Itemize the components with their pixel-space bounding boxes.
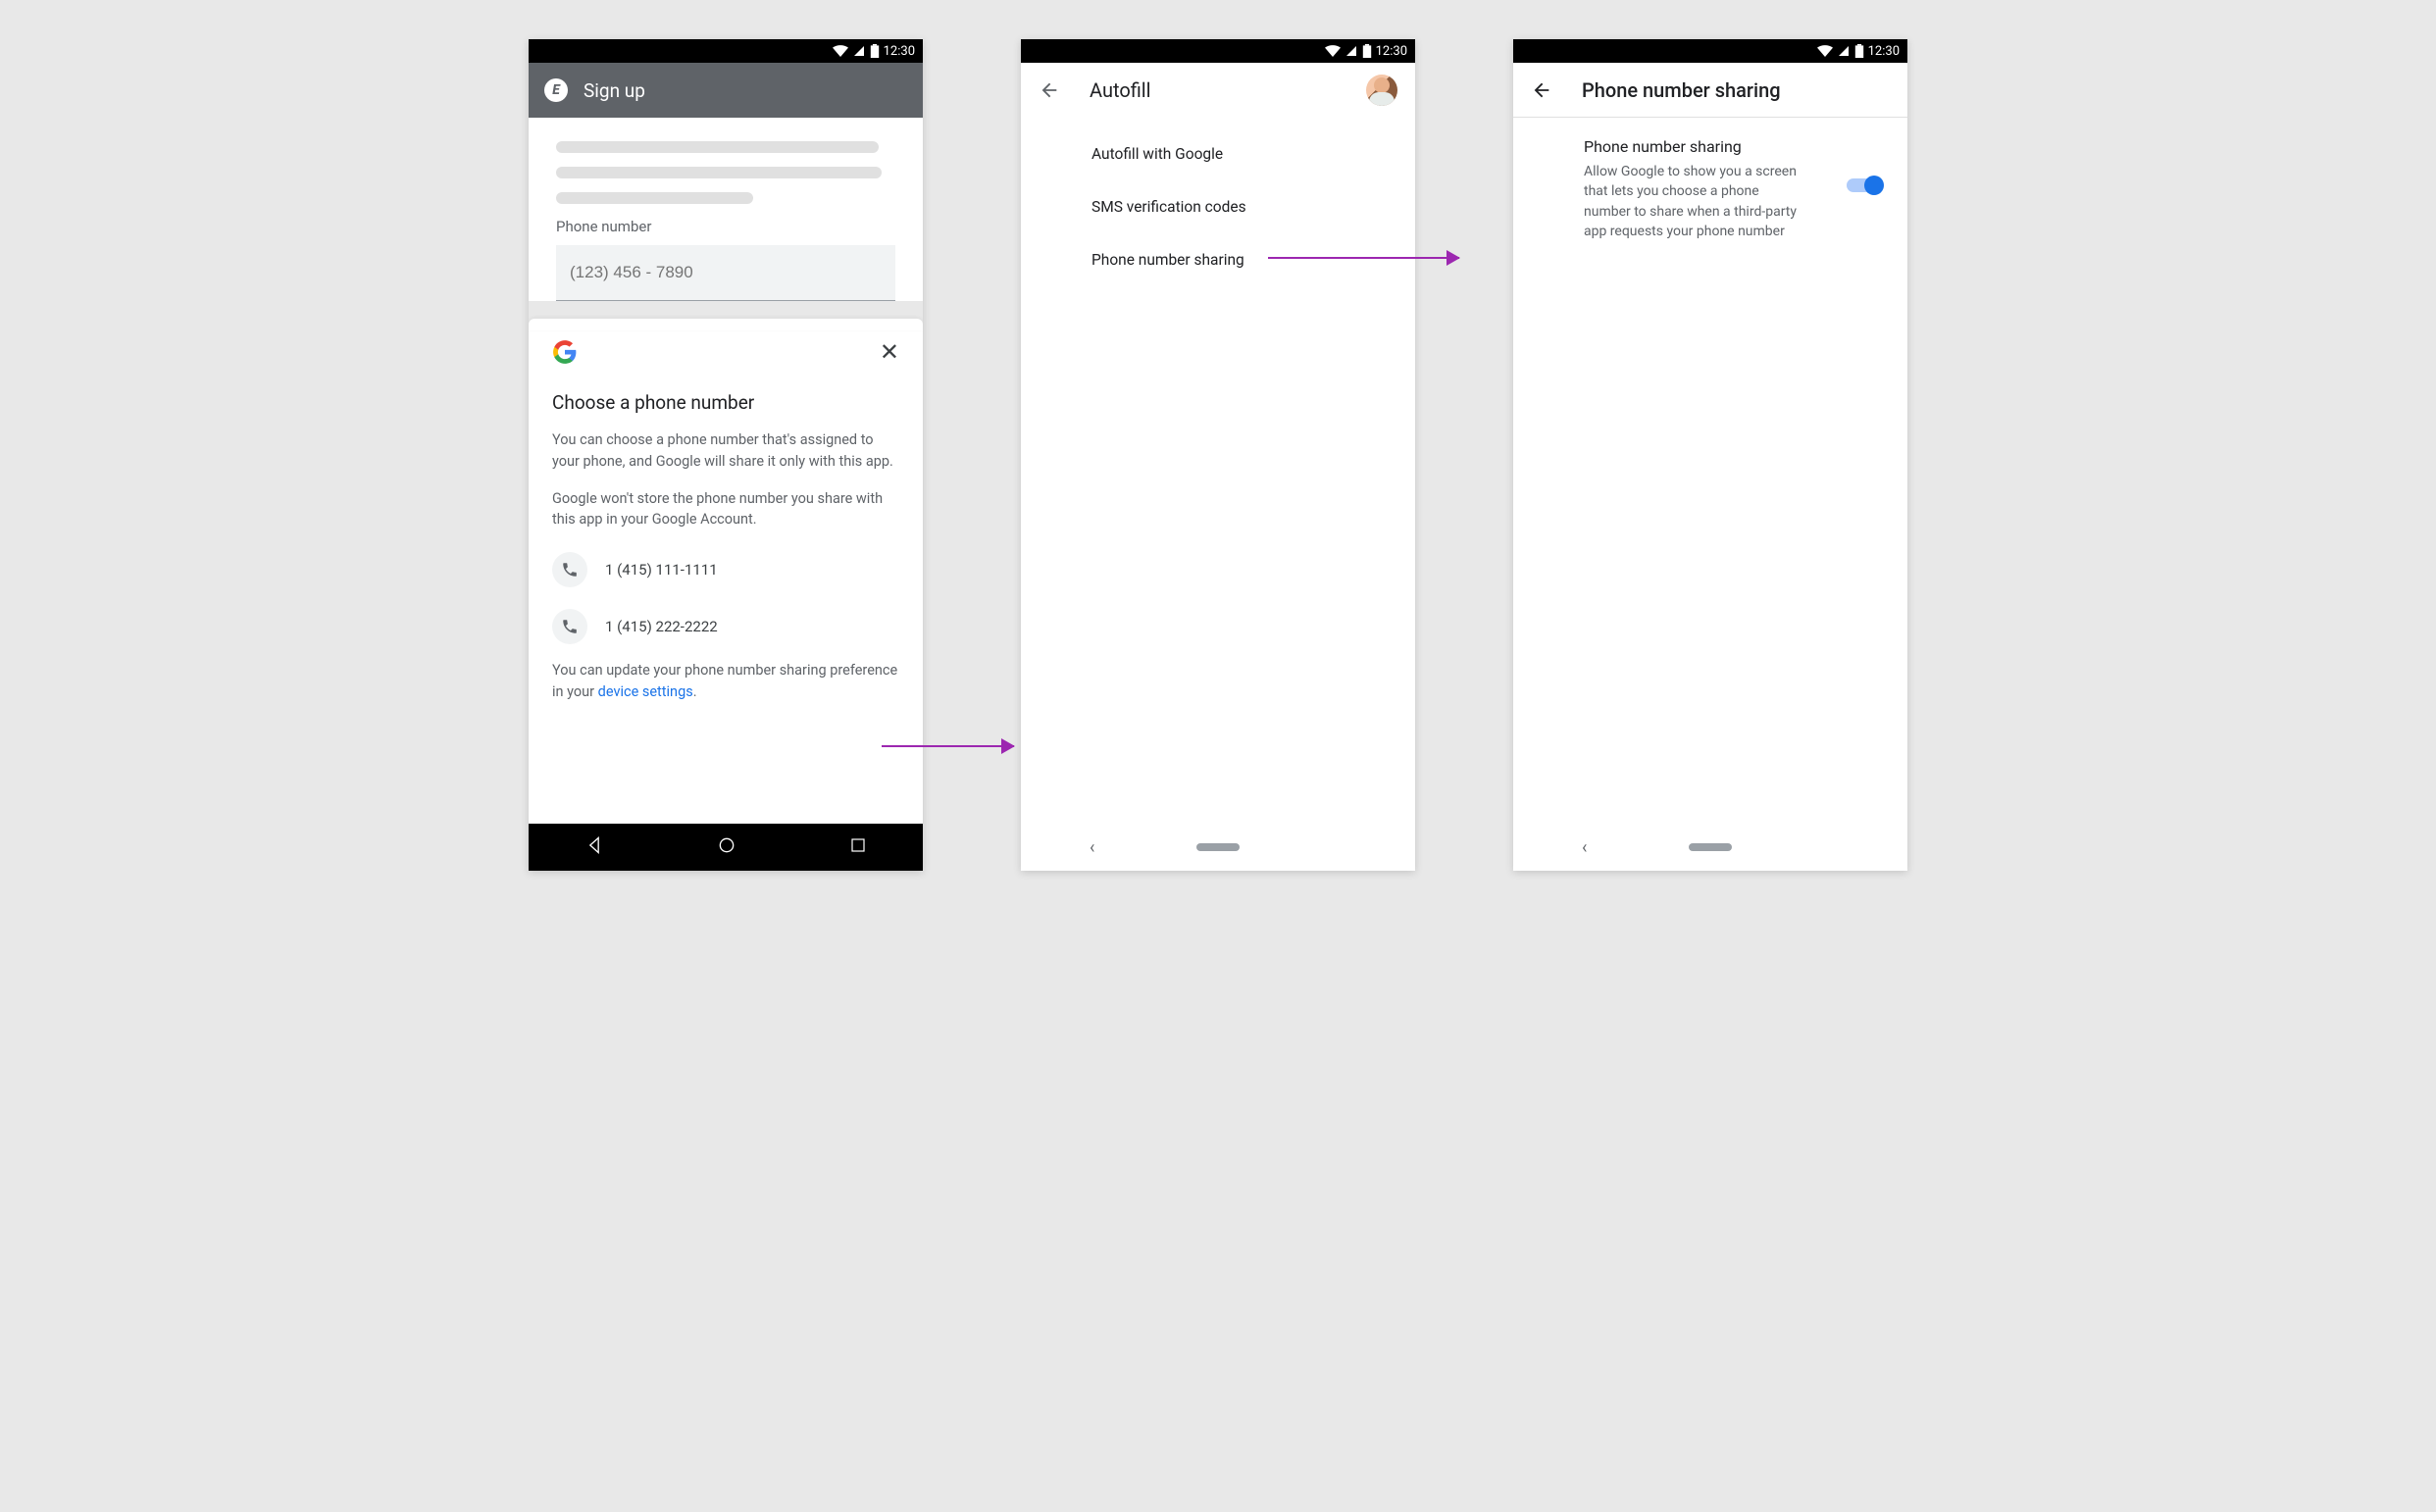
placeholder-line (556, 141, 879, 153)
phone-icon (552, 552, 587, 587)
placeholder-line (556, 167, 882, 178)
menu-item-sms-codes[interactable]: SMS verification codes (1021, 180, 1415, 233)
sheet-title: Choose a phone number (552, 391, 899, 414)
gesture-pill[interactable] (1196, 843, 1240, 851)
cell-signal-icon (852, 45, 866, 57)
cell-signal-icon (1837, 45, 1851, 57)
device-settings-link[interactable]: device settings (598, 683, 693, 700)
android-nav-bar (529, 824, 923, 871)
status-bar: 12:30 (529, 39, 923, 63)
app-logo: E (544, 78, 568, 102)
placeholder-line (556, 192, 753, 204)
phone-sharing-setting: 12:30 Phone number sharing Phone number … (1513, 39, 1907, 871)
nav-back-icon[interactable] (584, 835, 604, 859)
close-button[interactable]: ✕ (880, 338, 899, 366)
toggle-switch[interactable] (1847, 175, 1884, 196)
phone-input[interactable] (556, 245, 895, 301)
phone-field-label: Phone number (556, 218, 895, 235)
status-bar: 12:30 (1513, 39, 1907, 63)
battery-icon (870, 44, 880, 58)
phone-signup: 12:30 E Sign up Phone number ✕ Choose a … (529, 39, 923, 871)
menu-item-autofill-google[interactable]: Autofill with Google (1021, 127, 1415, 180)
page-title: Phone number sharing (1582, 78, 1781, 102)
cell-signal-icon (1345, 45, 1358, 57)
sheet-description-1: You can choose a phone number that's ass… (552, 429, 899, 473)
setting-row[interactable]: Phone number sharing Allow Google to sho… (1513, 118, 1907, 261)
google-logo-icon (552, 339, 578, 365)
battery-icon (1362, 44, 1372, 58)
gesture-back-icon[interactable]: ‹ (1582, 837, 1587, 858)
app-bar: E Sign up (529, 63, 923, 118)
status-time: 12:30 (1868, 44, 1900, 59)
sheet-separator (529, 301, 923, 330)
menu-item-phone-sharing[interactable]: Phone number sharing (1021, 233, 1415, 286)
phone-option-label: 1 (415) 111-1111 (605, 561, 718, 579)
setting-description: Allow Google to show you a screen that l… (1584, 162, 1800, 241)
nav-home-icon[interactable] (717, 835, 736, 859)
phone-icon (552, 609, 587, 644)
phone-autofill-settings: 12:30 Autofill Autofill with Google SMS … (1021, 39, 1415, 871)
sheet-footer-text: You can update your phone number sharing… (552, 660, 899, 703)
setting-title: Phone number sharing (1584, 137, 1833, 156)
back-button[interactable] (1531, 78, 1554, 102)
wifi-icon (1817, 45, 1833, 57)
status-bar: 12:30 (1021, 39, 1415, 63)
gesture-nav-bar: ‹ (1021, 824, 1415, 871)
settings-list: Autofill with Google SMS verification co… (1021, 118, 1415, 296)
app-title: Sign up (584, 79, 645, 102)
status-time: 12:30 (1376, 44, 1407, 59)
profile-avatar[interactable] (1366, 75, 1397, 106)
gesture-back-icon[interactable]: ‹ (1090, 837, 1094, 858)
gesture-nav-bar: ‹ (1513, 824, 1907, 871)
phone-picker-sheet: ✕ Choose a phone number You can choose a… (529, 330, 923, 824)
phone-option-1[interactable]: 1 (415) 111-1111 (552, 552, 899, 587)
back-button[interactable] (1039, 78, 1062, 102)
signup-form: Phone number (529, 118, 923, 301)
phone-option-2[interactable]: 1 (415) 222-2222 (552, 609, 899, 644)
battery-icon (1854, 44, 1864, 58)
wifi-icon (833, 45, 848, 57)
wifi-icon (1325, 45, 1341, 57)
toolbar: Phone number sharing (1513, 63, 1907, 118)
toolbar: Autofill (1021, 63, 1415, 118)
status-time: 12:30 (884, 44, 915, 59)
phone-option-label: 1 (415) 222-2222 (605, 618, 718, 635)
sheet-description-2: Google won't store the phone number you … (552, 488, 899, 531)
gesture-pill[interactable] (1689, 843, 1732, 851)
page-title: Autofill (1090, 78, 1151, 102)
nav-recents-icon[interactable] (849, 836, 867, 858)
